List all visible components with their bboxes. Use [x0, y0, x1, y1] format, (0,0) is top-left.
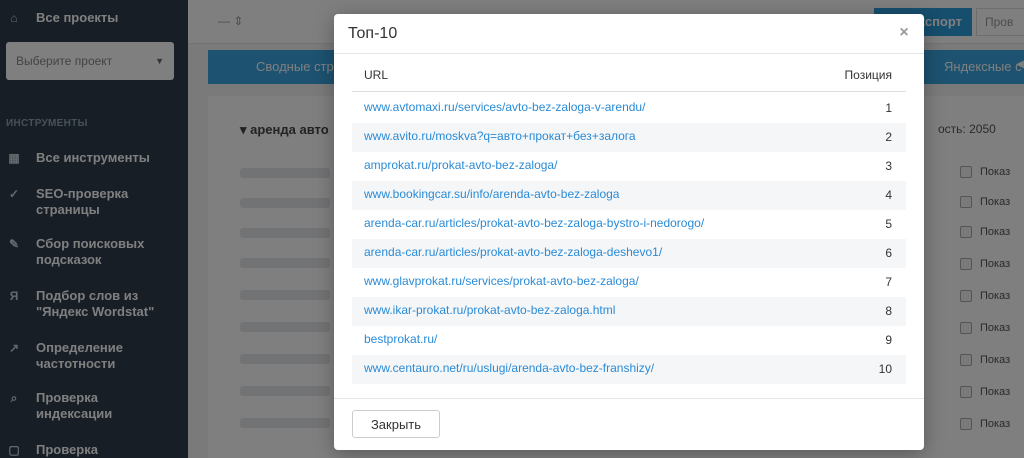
result-url-link[interactable]: www.bookingcar.su/info/arenda-avto-bez-z… [364, 187, 619, 201]
table-row: www.avito.ru/moskva?q=авто+прокат+без+за… [352, 123, 906, 152]
results-table: www.avtomaxi.ru/services/avto-bez-zaloga… [352, 94, 906, 384]
result-position: 3 [885, 159, 892, 173]
table-row: amprokat.ru/prokat-avto-bez-zaloga/ 3 [352, 152, 906, 181]
result-url-link[interactable]: www.ikar-prokat.ru/prokat-avto-bez-zalog… [364, 303, 615, 317]
result-position: 9 [885, 333, 892, 347]
result-position: 1 [885, 101, 892, 115]
result-url-link[interactable]: www.glavprokat.ru/services/prokat-avto-b… [364, 274, 639, 288]
modal-title: Топ-10 [348, 25, 398, 42]
table-row: www.avtomaxi.ru/services/avto-bez-zaloga… [352, 94, 906, 123]
result-position: 7 [885, 275, 892, 289]
close-button[interactable]: Закрыть [352, 410, 440, 438]
result-position: 2 [885, 130, 892, 144]
table-row: www.glavprokat.ru/services/prokat-avto-b… [352, 268, 906, 297]
modal-header: Топ-10 × [334, 14, 924, 54]
result-position: 5 [885, 217, 892, 231]
column-header-position: Позиция [844, 68, 892, 82]
table-row: arenda-car.ru/articles/prokat-avto-bez-z… [352, 239, 906, 268]
result-url-link[interactable]: arenda-car.ru/articles/prokat-avto-bez-z… [364, 216, 704, 230]
table-row: bestprokat.ru/ 9 [352, 326, 906, 355]
top10-modal: Топ-10 × URL Позиция www.avtomaxi.ru/ser… [334, 14, 924, 450]
result-url-link[interactable]: www.avtomaxi.ru/services/avto-bez-zaloga… [364, 100, 645, 114]
table-header: URL Позиция [352, 66, 906, 92]
result-url-link[interactable]: www.avito.ru/moskva?q=авто+прокат+без+за… [364, 129, 636, 143]
result-url-link[interactable]: www.centauro.net/ru/uslugi/arenda-avto-b… [364, 361, 654, 375]
footer-divider [334, 398, 924, 399]
result-url-link[interactable]: arenda-car.ru/articles/prokat-avto-bez-z… [364, 245, 662, 259]
result-url-link[interactable]: bestprokat.ru/ [364, 332, 437, 346]
column-header-url: URL [364, 68, 389, 82]
table-row: arenda-car.ru/articles/prokat-avto-bez-z… [352, 210, 906, 239]
result-position: 10 [878, 362, 892, 376]
table-row: www.ikar-prokat.ru/prokat-avto-bez-zalog… [352, 297, 906, 326]
table-row: www.bookingcar.su/info/arenda-avto-bez-z… [352, 181, 906, 210]
table-row: www.centauro.net/ru/uslugi/arenda-avto-b… [352, 355, 906, 384]
result-position: 4 [885, 188, 892, 202]
close-icon[interactable]: × [896, 24, 912, 42]
result-position: 8 [885, 304, 892, 318]
result-position: 6 [885, 246, 892, 260]
result-url-link[interactable]: amprokat.ru/prokat-avto-bez-zaloga/ [364, 158, 557, 172]
